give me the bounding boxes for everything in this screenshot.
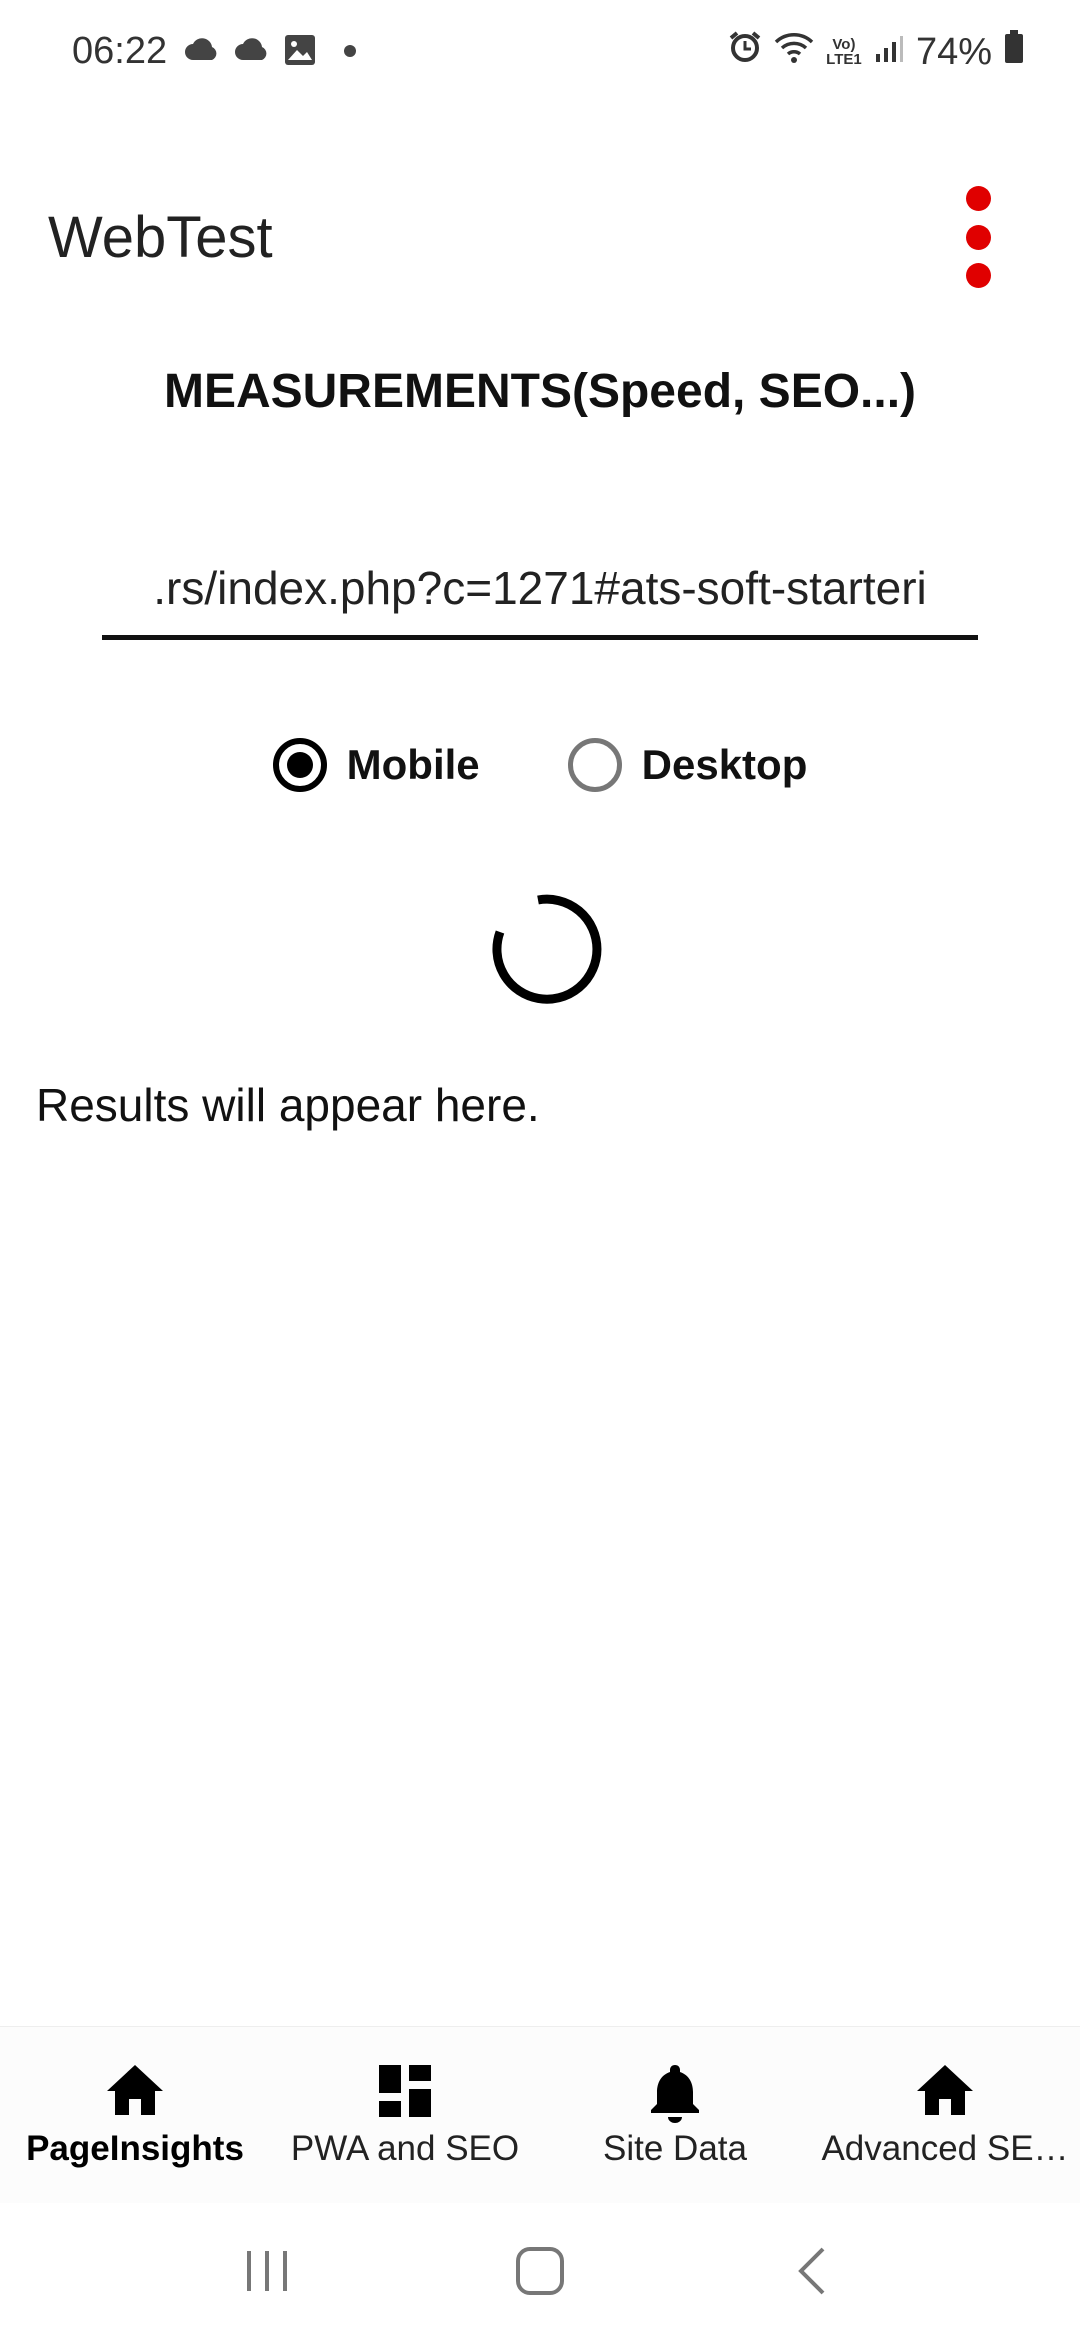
back-icon[interactable] (773, 2231, 853, 2311)
battery-percent: 74% (915, 30, 992, 73)
recents-icon[interactable] (227, 2231, 307, 2311)
status-notification-icons (184, 34, 356, 71)
signal-icon (874, 31, 904, 74)
nav-label: Advanced SE… (821, 2129, 1069, 2168)
dot-icon (344, 44, 356, 62)
radio-unchecked-icon (567, 738, 622, 792)
home-icon (917, 2065, 973, 2115)
nav-item-site-data[interactable]: Site Data (540, 2027, 810, 2203)
status-bar: 06:22 Vo) LTE1 74% (0, 0, 1080, 106)
radio-mobile[interactable]: Mobile (272, 738, 480, 792)
radio-desktop-label: Desktop (641, 741, 808, 788)
app-title: WebTest (48, 205, 273, 270)
home-icon (107, 2065, 163, 2115)
alarm-icon (728, 30, 762, 74)
nav-item-pwa-and-seo[interactable]: PWA and SEO (270, 2027, 540, 2203)
radio-mobile-label: Mobile (346, 741, 480, 788)
bottom-nav: PageInsights PWA and SEO Site Data Advan… (0, 2026, 1080, 2203)
bell-icon (651, 2065, 699, 2123)
loading-spinner-icon (492, 894, 602, 1004)
overflow-menu-icon[interactable] (948, 186, 1008, 288)
url-input[interactable] (102, 540, 978, 640)
page-heading: MEASUREMENTS(Speed, SEO...) (163, 365, 917, 418)
system-nav-bar (0, 2202, 1080, 2340)
image-icon (284, 34, 316, 71)
nav-label: PWA and SEO (290, 2129, 520, 2168)
nav-label: Site Data (603, 2129, 747, 2168)
nav-item-advanced-seo[interactable]: Advanced SE… (810, 2027, 1080, 2203)
wifi-icon (774, 30, 814, 74)
dashboard-icon (379, 2065, 431, 2117)
volte-icon: Vo) LTE1 (826, 36, 862, 68)
device-radio-group: Mobile Desktop (0, 738, 1080, 792)
status-system-icons: Vo) LTE1 74% (728, 30, 1024, 74)
battery-icon (1004, 30, 1024, 74)
status-time: 06:22 (72, 30, 168, 72)
nav-label: PageInsights (26, 2129, 244, 2168)
radio-checked-icon (272, 738, 327, 792)
home-button-icon[interactable] (500, 2231, 580, 2311)
radio-desktop[interactable]: Desktop (567, 738, 808, 792)
menu-dot (965, 186, 991, 211)
menu-dot (965, 263, 991, 288)
menu-dot (965, 224, 991, 250)
nav-item-pageinsights[interactable]: PageInsights (0, 2027, 270, 2203)
results-placeholder: Results will appear here. (36, 1079, 540, 1131)
cloud-icon (234, 38, 270, 67)
cloud-icon (184, 38, 220, 67)
